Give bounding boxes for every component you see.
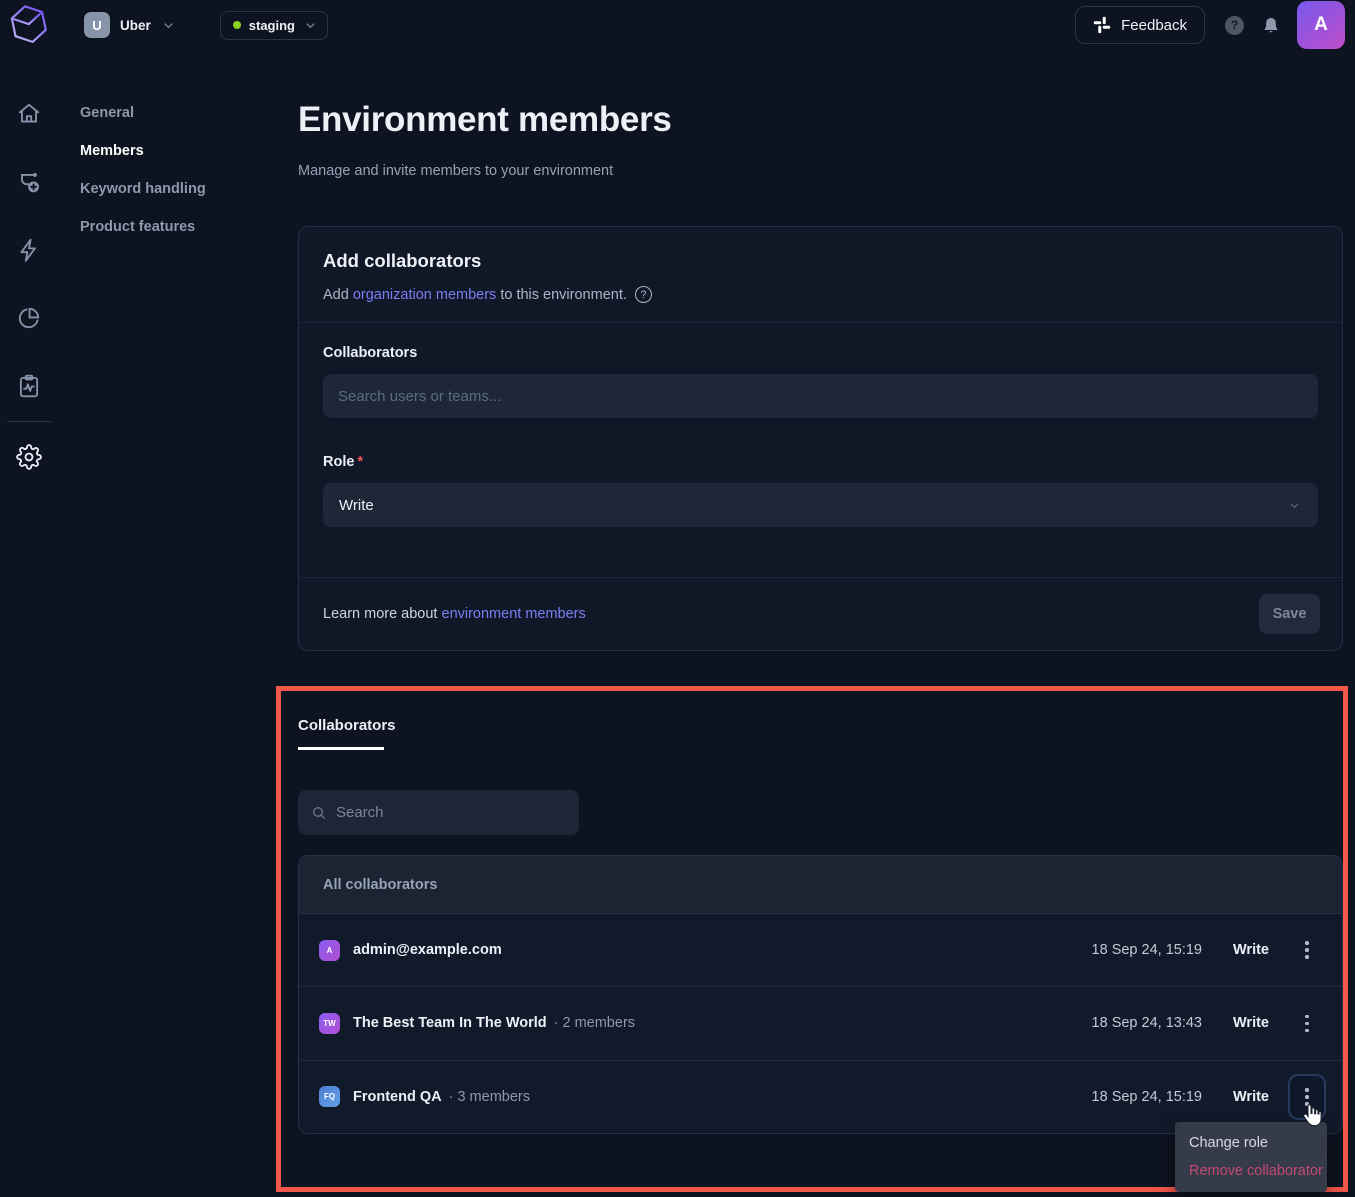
feedback-button[interactable]: Feedback — [1075, 6, 1205, 44]
feedback-label: Feedback — [1121, 17, 1187, 34]
env-status-dot — [233, 21, 241, 29]
collaborator-row[interactable]: A admin@example.com 18 Sep 24, 15:19 Wri… — [299, 914, 1342, 987]
collaborator-name: The Best Team In The World — [353, 1015, 547, 1031]
add-collaborators-card: Add collaborators Add organization membe… — [298, 226, 1343, 651]
avatar: A — [319, 940, 340, 961]
help-circle-icon: ? — [1225, 16, 1244, 35]
tab-collaborators[interactable]: Collaborators — [298, 717, 384, 750]
collaborator-members: · 3 members — [449, 1089, 530, 1105]
collaborator-date: 18 Sep 24, 15:19 — [1092, 1089, 1202, 1105]
topbar: U Uber staging Feedback ? A — [0, 0, 1355, 50]
row-actions-kebab-icon[interactable] — [1288, 1000, 1326, 1046]
menu-item-remove-collaborator[interactable]: Remove collaborator — [1175, 1157, 1327, 1185]
row-actions-menu: Change role Remove collaborator — [1175, 1122, 1327, 1192]
collaborator-name: Frontend QA — [353, 1089, 442, 1105]
role-field-label: Role* — [323, 454, 1318, 470]
chevron-down-icon — [303, 18, 318, 33]
help-circle-icon[interactable]: ? — [635, 286, 652, 303]
collaborators-table: All collaborators A admin@example.com 18… — [298, 855, 1343, 1134]
page-title: Environment members — [298, 100, 672, 140]
collaborator-role: Write — [1228, 1015, 1274, 1031]
nav-item-product-features[interactable]: Product features — [80, 220, 206, 234]
desc-prefix: Add — [323, 287, 353, 303]
nav-item-members[interactable]: Members — [80, 144, 206, 158]
role-select-value: Write — [339, 497, 374, 514]
app-logo-cube-wireframe-icon[interactable] — [8, 2, 50, 48]
help-button[interactable]: ? — [1205, 16, 1244, 35]
desc-suffix: to this environment. — [496, 287, 627, 303]
collaborator-role: Write — [1228, 1089, 1274, 1105]
card-title: Add collaborators — [323, 250, 1318, 272]
collaborator-date: 18 Sep 24, 15:19 — [1092, 942, 1202, 958]
environment-members-link[interactable]: environment members — [442, 606, 586, 622]
settings-nav: General Members Keyword handling Product… — [80, 106, 206, 234]
org-switcher[interactable]: U Uber — [84, 12, 176, 38]
org-name: Uber — [120, 18, 151, 33]
collaborator-members: · 2 members — [554, 1015, 635, 1031]
collaborators-search-field[interactable] — [336, 804, 566, 821]
search-icon — [311, 805, 327, 821]
collaborator-role: Write — [1228, 942, 1274, 958]
lightning-icon[interactable] — [16, 237, 42, 263]
user-avatar[interactable]: A — [1297, 1, 1345, 49]
nav-item-keyword-handling[interactable]: Keyword handling — [80, 182, 206, 196]
environment-selector[interactable]: staging — [220, 11, 328, 40]
footer-prefix: Learn more about — [323, 606, 442, 622]
menu-item-change-role[interactable]: Change role — [1175, 1129, 1327, 1157]
card-description: Add organization members to this environ… — [323, 286, 1318, 303]
row-actions-kebab-icon[interactable] — [1288, 1074, 1326, 1120]
env-name: staging — [249, 18, 295, 33]
icon-sidebar — [0, 50, 58, 1197]
avatar: TW — [319, 1013, 340, 1034]
sidebar-divider — [7, 421, 51, 422]
settings-gear-icon[interactable] — [16, 444, 42, 470]
chevron-down-icon — [161, 18, 176, 33]
collaborator-date: 18 Sep 24, 13:43 — [1092, 1015, 1202, 1031]
slack-icon — [1093, 16, 1111, 34]
avatar: FQ — [319, 1086, 340, 1107]
page-subtitle: Manage and invite members to your enviro… — [298, 163, 613, 179]
chevron-down-icon — [1287, 498, 1302, 513]
flag-add-icon[interactable] — [16, 169, 42, 195]
save-button[interactable]: Save — [1259, 594, 1320, 634]
nav-item-general[interactable]: General — [80, 106, 206, 120]
card-footer: Learn more about environment members Sav… — [299, 577, 1342, 650]
notifications-button[interactable] — [1262, 16, 1280, 35]
org-avatar: U — [84, 12, 110, 38]
home-icon[interactable] — [16, 101, 42, 127]
pie-chart-icon[interactable] — [16, 305, 42, 331]
organization-members-link[interactable]: organization members — [353, 287, 496, 303]
health-report-icon[interactable] — [16, 373, 42, 399]
required-marker: * — [357, 454, 363, 470]
table-group-header: All collaborators — [299, 856, 1342, 914]
card-body: Collaborators Role* Write — [299, 323, 1342, 527]
collaborators-field-label: Collaborators — [323, 345, 1318, 361]
row-actions-kebab-icon[interactable] — [1288, 927, 1326, 973]
bell-icon — [1262, 16, 1280, 35]
card-header: Add collaborators Add organization membe… — [299, 227, 1342, 323]
collaborator-row[interactable]: TW The Best Team In The World · 2 member… — [299, 987, 1342, 1060]
collaborator-name: admin@example.com — [353, 942, 502, 958]
collaborators-search-input[interactable] — [323, 374, 1318, 418]
collaborators-search[interactable] — [298, 790, 579, 835]
role-select[interactable]: Write — [323, 483, 1318, 527]
